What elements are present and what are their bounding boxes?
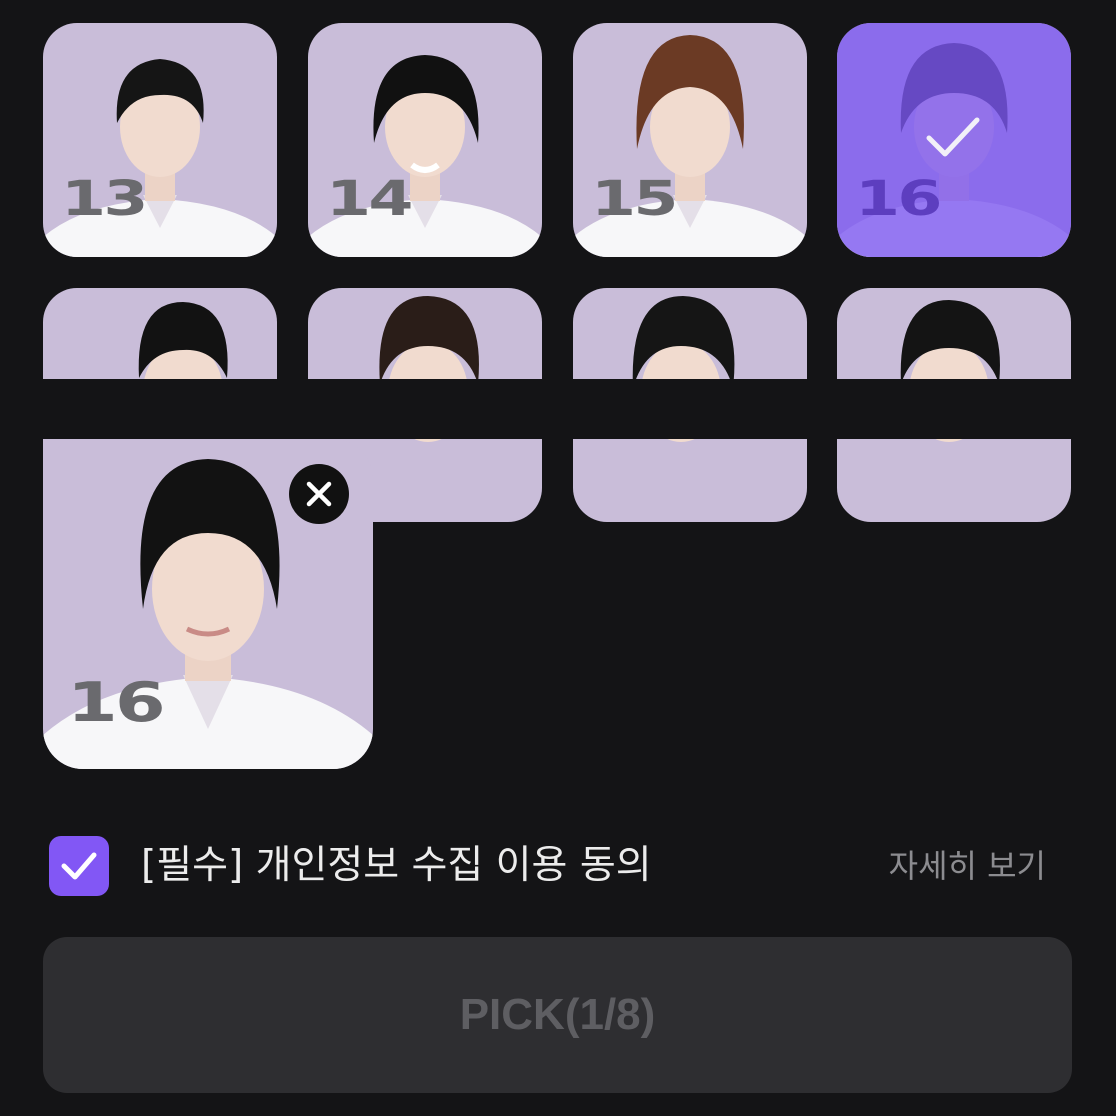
remove-selection-button[interactable] bbox=[289, 464, 349, 524]
view-details-link[interactable]: 자세히 보기 bbox=[889, 843, 1046, 889]
checkmark-icon bbox=[926, 117, 980, 157]
close-icon bbox=[306, 481, 332, 507]
candidate-tile-14[interactable]: 14 bbox=[308, 23, 542, 257]
candidate-number: 13 bbox=[61, 171, 148, 227]
pick-button[interactable]: PICK(1/8) bbox=[43, 937, 1072, 1093]
candidate-number: 15 bbox=[591, 171, 678, 227]
consent-label: [필수] 개인정보 수집 이용 동의 bbox=[141, 843, 652, 888]
grid-clip-mask bbox=[0, 379, 1116, 439]
candidate-number: 16 bbox=[855, 171, 942, 227]
checkmark-icon bbox=[61, 852, 97, 880]
candidate-tile-16-selected[interactable]: 16 bbox=[837, 23, 1071, 257]
pick-button-label: PICK(1/8) bbox=[459, 990, 656, 1039]
candidate-number: 14 bbox=[326, 171, 413, 227]
candidate-tile-13[interactable]: 13 bbox=[43, 23, 277, 257]
candidate-tile-15[interactable]: 15 bbox=[573, 23, 807, 257]
selected-candidate-number: 16 bbox=[67, 671, 166, 734]
consent-checkbox[interactable] bbox=[49, 836, 109, 896]
